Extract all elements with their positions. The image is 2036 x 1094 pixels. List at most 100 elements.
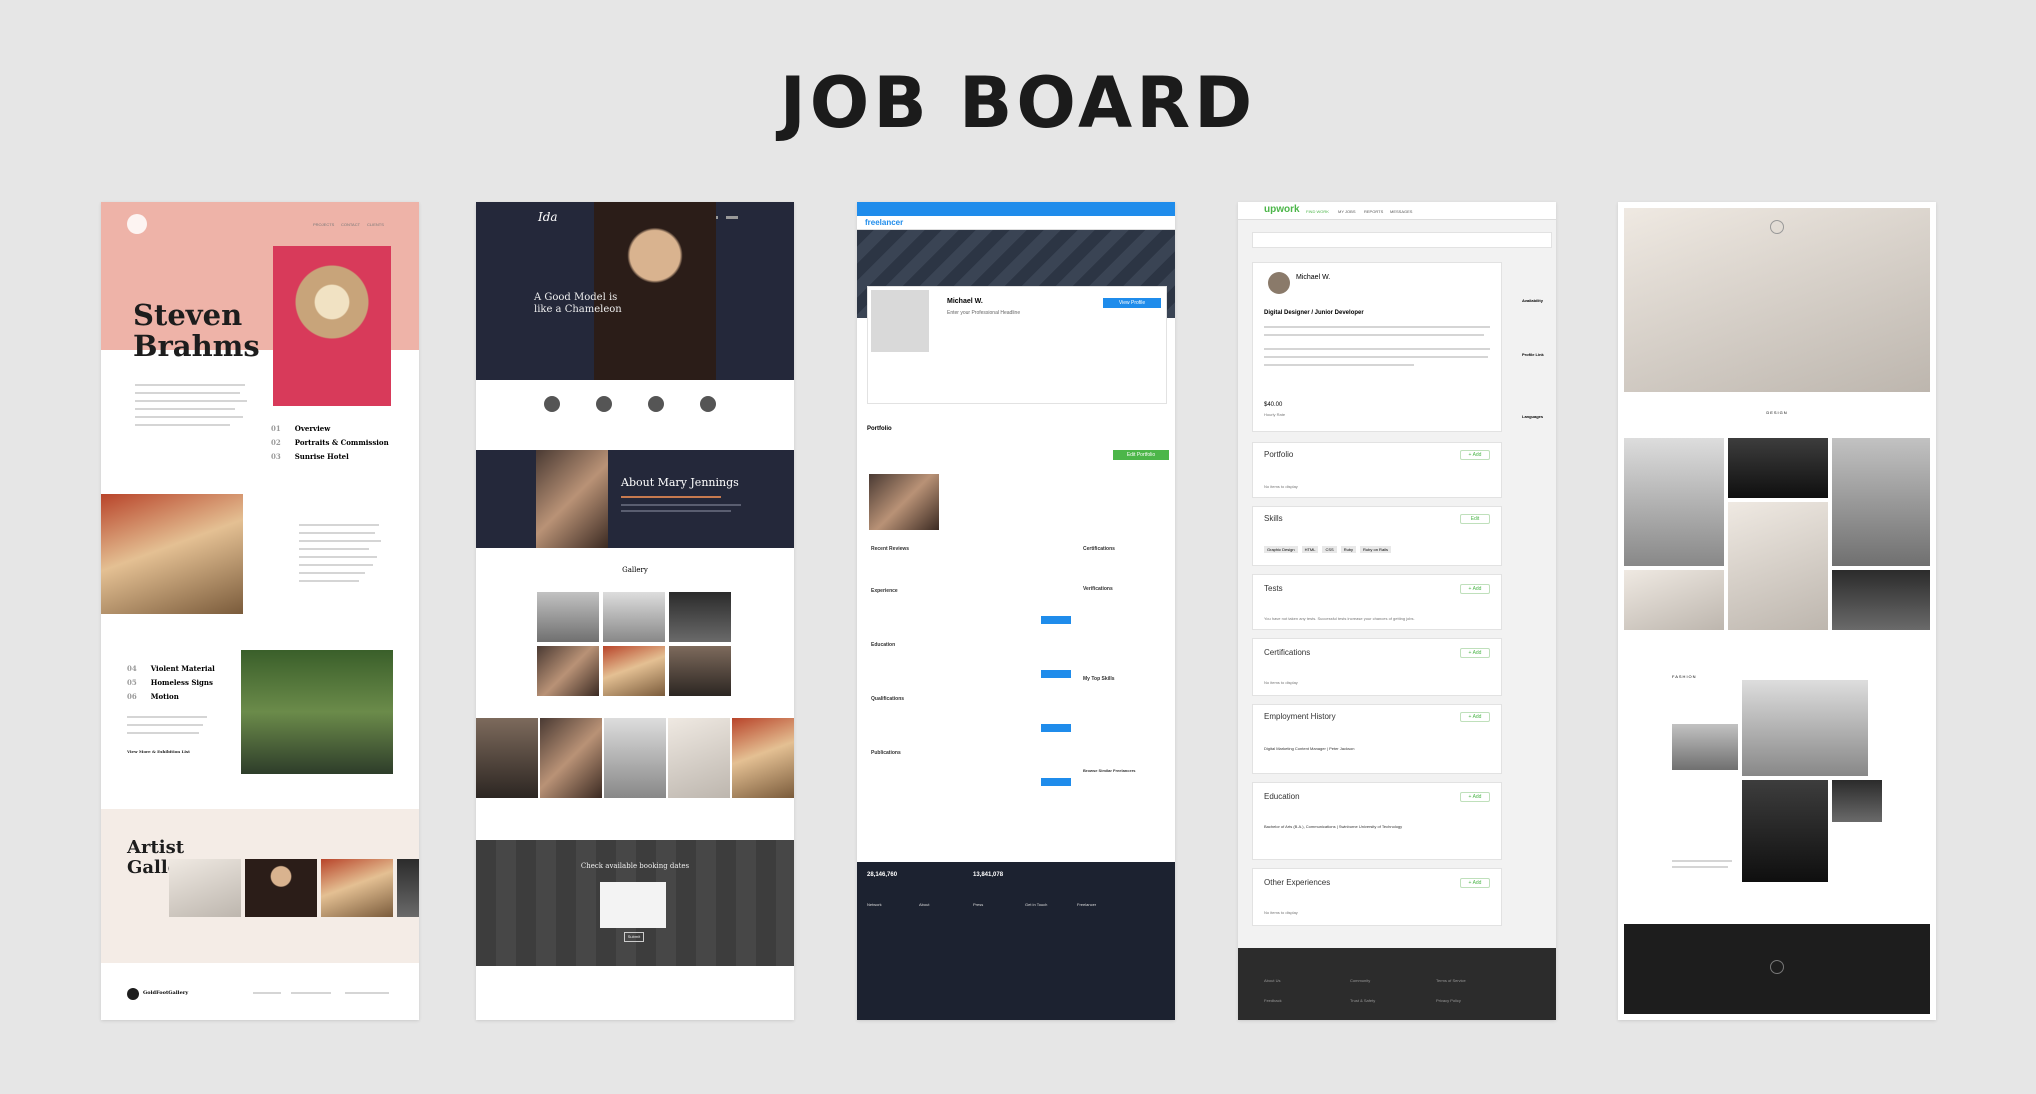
card-portfolio-grid[interactable]: DESIGN FASHION (1618, 202, 1936, 1020)
gallery-thumb[interactable] (669, 592, 731, 642)
add-button[interactable]: + Add (1460, 584, 1490, 594)
grid-photo[interactable] (1624, 570, 1724, 630)
grid-photo[interactable] (1832, 438, 1930, 566)
list-b-item[interactable]: 05 Homeless Signs (127, 678, 213, 687)
logo[interactable]: Ida (538, 210, 558, 224)
stat-jobs: 13,841,078 (973, 872, 1004, 878)
list-b-item[interactable]: 04 Violent Material (127, 664, 215, 673)
add-education-button[interactable] (1041, 670, 1071, 678)
nav-find-work[interactable]: FIND WORK (1306, 209, 1329, 214)
booking-form[interactable] (600, 882, 666, 928)
skill-tag[interactable]: HTML (1301, 546, 1319, 553)
edit-button[interactable]: Edit (1460, 514, 1490, 524)
add-experience-button[interactable] (1041, 616, 1071, 624)
skill-tag[interactable]: Graphic Design (1264, 546, 1298, 553)
gallery-thumb[interactable] (669, 646, 731, 696)
submit-button[interactable]: Submit (624, 932, 644, 942)
notice-bar (1252, 232, 1552, 248)
list-a-item[interactable]: 01 Overview (271, 424, 330, 433)
footer-logo[interactable]: GoldFootGallery (143, 990, 188, 996)
list-b-item[interactable]: 06 Motion (127, 692, 179, 701)
section-publications: Publications (871, 750, 901, 756)
grid-photo[interactable] (1728, 502, 1828, 630)
side-profile-link: Profile Link (1522, 352, 1544, 357)
grid-photo[interactable] (1832, 570, 1930, 630)
brand-logo[interactable]: upwork (1264, 204, 1300, 215)
grid-photo[interactable] (1624, 438, 1724, 566)
footer-link[interactable]: About Us (1264, 978, 1280, 983)
footer-logo-icon[interactable] (1770, 960, 1784, 974)
section-experience: Experience (871, 588, 898, 594)
avatar[interactable] (1268, 272, 1290, 294)
add-qualification-button[interactable] (1041, 724, 1071, 732)
model-card[interactable] (540, 718, 602, 798)
headline-input[interactable]: Enter your Professional Headline (947, 310, 1020, 316)
skill-tag[interactable]: Ruby (1340, 546, 1357, 553)
nav-reports[interactable]: REPORTS (1364, 209, 1383, 214)
fashion-photo[interactable] (1672, 724, 1738, 770)
about-photo (536, 450, 608, 548)
portfolio-item[interactable] (869, 474, 939, 530)
nav-projects[interactable]: PROJECTS (313, 222, 334, 227)
model-card[interactable] (732, 718, 794, 798)
about-line (621, 510, 731, 512)
footer-link[interactable]: Trust & Safety (1350, 998, 1375, 1003)
text-line (299, 572, 365, 574)
artist-photo (101, 494, 243, 614)
footer-link[interactable]: Privacy Policy (1436, 998, 1461, 1003)
add-button[interactable]: + Add (1460, 792, 1490, 802)
gallery-thumb[interactable] (603, 592, 665, 642)
model-card[interactable] (604, 718, 666, 798)
nav-messages[interactable]: MESSAGES (1390, 209, 1412, 214)
section-panel (1252, 638, 1502, 696)
edit-portfolio-button[interactable]: Edit Portfolio (1113, 450, 1169, 460)
skill-tag[interactable]: CSS (1322, 546, 1337, 553)
card-upwork[interactable]: upwork FIND WORK MY JOBS REPORTS MESSAGE… (1238, 202, 1556, 1020)
gallery-thumb[interactable] (169, 859, 241, 917)
fashion-photo[interactable] (1742, 680, 1868, 776)
skills-row: Graphic Design HTML CSS Ruby Ruby on Rai… (1264, 546, 1391, 553)
footer-link[interactable]: Feedback (1264, 998, 1282, 1003)
gallery-thumb[interactable] (537, 592, 599, 642)
gallery-thumb[interactable] (397, 859, 419, 917)
add-publication-button[interactable] (1041, 778, 1071, 786)
fashion-photo[interactable] (1832, 780, 1882, 822)
gallery-thumb[interactable] (603, 646, 665, 696)
footer-link[interactable]: Community (1350, 978, 1370, 983)
add-button[interactable]: + Add (1460, 450, 1490, 460)
add-button[interactable]: + Add (1460, 648, 1490, 658)
header-bar (857, 216, 1175, 230)
logo-circle-icon[interactable] (1770, 220, 1784, 234)
card-steven-brahms[interactable]: PROJECTS CONTACT CLIENTS Steven Brahms 0… (101, 202, 419, 1020)
list-a-item[interactable]: 02 Portraits & Commission (271, 438, 389, 447)
logo-circle-icon[interactable] (127, 214, 147, 234)
nav-my-jobs[interactable]: MY JOBS (1338, 209, 1356, 214)
avatar[interactable] (871, 290, 929, 352)
add-button[interactable]: + Add (1460, 878, 1490, 888)
profile-title: Digital Designer / Junior Developer (1264, 310, 1364, 316)
footer-link[interactable]: Terms of Service (1436, 978, 1466, 983)
nav-contact[interactable]: CONTACT (341, 222, 360, 227)
grid-photo[interactable] (1728, 438, 1828, 498)
add-button[interactable]: + Add (1460, 712, 1490, 722)
caption-line (1672, 860, 1732, 862)
card-freelancer[interactable]: freelancer Michael W. Enter your Profess… (857, 202, 1175, 1020)
list-label: Portraits & Commission (294, 438, 389, 447)
promo-bar (857, 202, 1175, 216)
brand-logo[interactable]: freelancer (865, 218, 903, 227)
view-profile-button[interactable]: View Profile (1103, 298, 1161, 308)
gallery-thumb[interactable] (537, 646, 599, 696)
card-ida-model[interactable]: Ida A Good Model is like a Chameleon Abo… (476, 202, 794, 1020)
footer-logo-icon[interactable] (127, 988, 139, 1000)
model-card[interactable] (668, 718, 730, 798)
exhibition-link[interactable]: View More & Exhibition List (127, 749, 190, 754)
profile-name: Michael W. (947, 298, 983, 305)
gallery-thumb[interactable] (245, 859, 317, 917)
model-card[interactable] (476, 718, 538, 798)
skill-tag[interactable]: Ruby on Rails (1360, 546, 1391, 553)
section-title: Tests (1264, 584, 1283, 593)
gallery-thumb[interactable] (321, 859, 393, 917)
fashion-photo[interactable] (1742, 780, 1828, 882)
list-a-item[interactable]: 03 Sunrise Hotel (271, 452, 349, 461)
nav-clients[interactable]: CLIENTS (367, 222, 384, 227)
